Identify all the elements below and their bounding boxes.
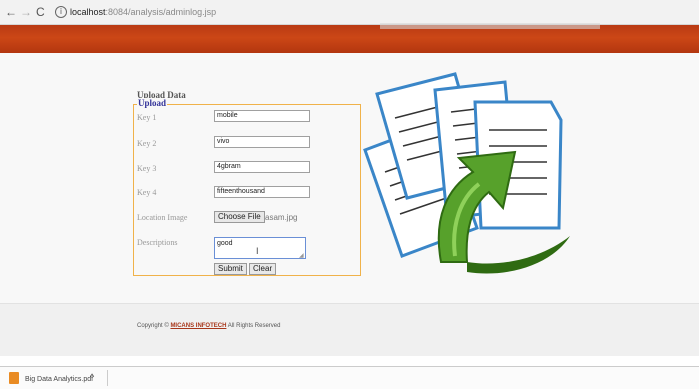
- browser-toolbar: ← → C i localhost:8084/analysis/adminlog…: [0, 0, 699, 25]
- shelf-divider: [107, 370, 108, 386]
- chevron-up-icon[interactable]: ^: [90, 372, 94, 382]
- url-path: :8084/analysis/adminlog.jsp: [105, 7, 217, 17]
- forward-arrow-icon[interactable]: →: [20, 4, 32, 20]
- fieldset-legend: Upload: [137, 98, 168, 108]
- arrow-base-shadow: [467, 236, 570, 274]
- clear-button[interactable]: Clear: [249, 263, 277, 275]
- copyright-prefix: Copyright ©: [137, 323, 171, 329]
- key-2-input[interactable]: vivo: [214, 136, 310, 148]
- copyright-text: Copyright © MICANS INFOTECH All Rights R…: [137, 323, 280, 329]
- key-3-label: Key 3: [137, 164, 157, 173]
- key-3-input[interactable]: 4gbram: [214, 161, 310, 173]
- key-1-label: Key 1: [137, 113, 157, 122]
- text-cursor-icon: I: [256, 246, 259, 256]
- descriptions-textarea[interactable]: good: [214, 237, 306, 259]
- download-file-name[interactable]: Big Data Analytics.pdf: [25, 376, 93, 383]
- copyright-suffix: All Rights Reserved: [226, 323, 281, 329]
- selected-file-name: asam.jpg: [265, 213, 298, 222]
- key-2-label: Key 2: [137, 139, 157, 148]
- pdf-file-icon[interactable]: [9, 372, 19, 384]
- submit-button[interactable]: Submit: [214, 263, 247, 275]
- footer: [0, 303, 699, 356]
- info-icon[interactable]: i: [55, 6, 67, 18]
- document-upload-illustration-icon: [363, 72, 570, 274]
- descriptions-value: good: [217, 240, 233, 247]
- company-link[interactable]: MICANS INFOTECH: [170, 323, 226, 329]
- download-shelf: [0, 366, 699, 389]
- descriptions-label: Descriptions: [137, 238, 178, 247]
- key-4-label: Key 4: [137, 188, 157, 197]
- banner-overlay: [380, 23, 600, 29]
- key-4-input[interactable]: fifteenthousand: [214, 186, 310, 198]
- location-image-label: Location Image: [137, 213, 188, 222]
- resize-handle-icon[interactable]: ◢: [299, 252, 304, 259]
- header-banner: [0, 23, 699, 53]
- reload-icon[interactable]: C: [36, 4, 45, 20]
- choose-file-button[interactable]: Choose File: [214, 211, 265, 223]
- address-bar[interactable]: localhost:8084/analysis/adminlog.jsp: [70, 5, 216, 19]
- key-1-input[interactable]: mobile: [214, 110, 310, 122]
- url-host: localhost: [70, 7, 106, 17]
- back-arrow-icon[interactable]: ←: [5, 4, 17, 20]
